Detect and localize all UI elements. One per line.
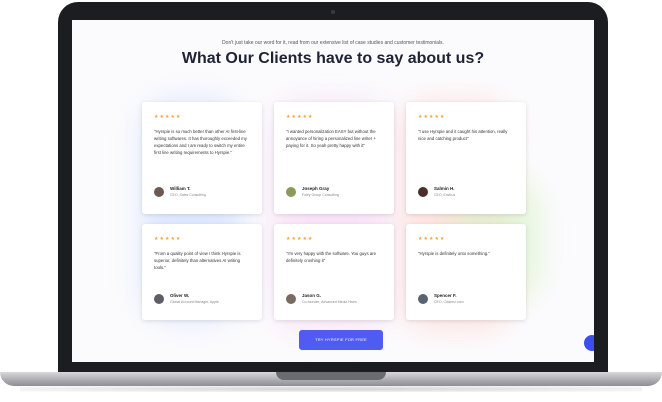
testimonial-name: Joseph Gray — [302, 186, 330, 191]
testimonial-role: Foley Group Consulting — [302, 193, 339, 197]
rating-stars: ★★★★★ — [418, 236, 446, 242]
testimonial-quote: "I use Hyrspie and it caught his attenti… — [418, 129, 508, 141]
avatar — [286, 294, 296, 304]
rating-stars: ★★★★★ — [286, 236, 314, 242]
testimonial-quote: "I wanted personalization EASY but witho… — [286, 129, 376, 148]
laptop-screen: Don't just take our word for it, read fr… — [72, 20, 594, 362]
testimonial-role: CEO, Envirus — [434, 193, 456, 197]
testimonial-card: ★★★★★ "I use Hyrspie and it caught his a… — [406, 102, 526, 214]
testimonial-name: Spencer F. — [434, 293, 457, 298]
try-free-button[interactable]: TRY HYRSPIE FOR FREE — [299, 330, 383, 350]
testimonial-card: ★★★★★ "I wanted personalization EASY but… — [274, 102, 394, 214]
testimonial-card: ★★★★★ "I'm very happy with the software.… — [274, 224, 394, 320]
laptop-frame: Don't just take our word for it, read fr… — [58, 2, 608, 376]
testimonial-quote: "I'm very happy with the software. You g… — [286, 251, 377, 263]
section-subtitle: Don't just take our word for it, read fr… — [222, 40, 444, 46]
testimonial-name: William T. — [170, 186, 191, 191]
rating-stars: ★★★★★ — [286, 114, 314, 120]
rating-stars: ★★★★★ — [154, 114, 182, 120]
chat-bubble-icon[interactable] — [584, 335, 594, 351]
testimonial-quote: "Hyrspie is so much better than other AI… — [154, 129, 247, 155]
section-title: What Our Clients have to say about us? — [181, 50, 485, 67]
testimonial-role: Global Account Manager, Apple — [170, 300, 219, 304]
testimonial-card: ★★★★★ "Hyrspie is definitely onto someth… — [406, 224, 526, 320]
testimonial-role: CEO, Sales Consulting — [170, 193, 206, 197]
testimonial-name: Salmin H. — [434, 186, 455, 191]
testimonial-name: Oliver W. — [170, 293, 190, 298]
testimonial-card: ★★★★★ "Hyrspie is so much better than ot… — [142, 102, 262, 214]
avatar — [154, 294, 164, 304]
testimonial-role: CEO, Clickmo.com — [434, 300, 464, 304]
testimonial-name: Jason G. — [302, 293, 322, 298]
testimonial-quote: "From a quality point of view I think Hy… — [154, 251, 241, 270]
avatar — [154, 187, 164, 197]
camera-dot — [331, 10, 335, 14]
testimonial-quote: "Hyrspie is definitely onto something." — [418, 251, 490, 256]
rating-stars: ★★★★★ — [418, 114, 446, 120]
testimonial-card: ★★★★★ "From a quality point of view I th… — [142, 224, 262, 320]
avatar — [418, 294, 428, 304]
laptop-notch — [276, 372, 386, 380]
avatar — [286, 187, 296, 197]
avatar — [418, 187, 428, 197]
rating-stars: ★★★★★ — [154, 236, 182, 242]
testimonial-role: Co-founder, Advanced Media Hives — [302, 300, 357, 304]
laptop-shadow — [20, 386, 642, 392]
